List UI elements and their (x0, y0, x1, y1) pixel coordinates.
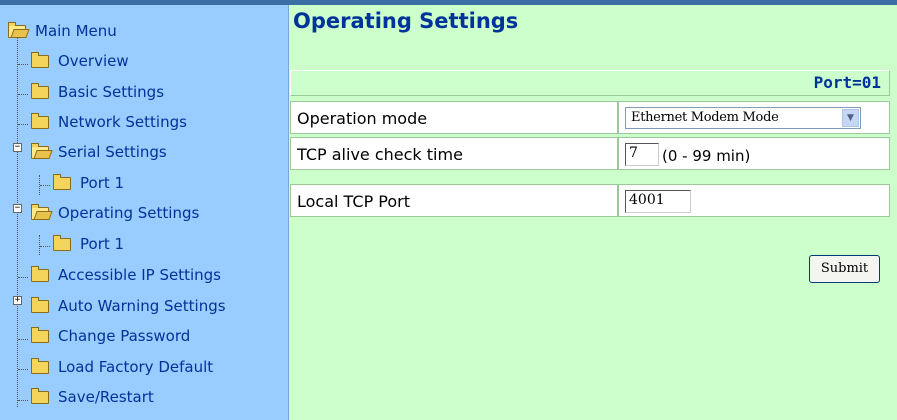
tree-line (39, 235, 40, 255)
page-title: Operating Settings (293, 9, 519, 33)
tree-line (40, 185, 50, 186)
sidebar-item-label: Network Settings (58, 113, 187, 131)
folder-icon (31, 52, 49, 68)
local-tcp-port-input[interactable]: 4001 (625, 190, 691, 213)
chevron-down-icon[interactable]: ▼ (842, 109, 859, 127)
port-label: Port=01 (813, 73, 881, 92)
sidebar-item-label: Serial Settings (58, 143, 167, 161)
folder-icon (31, 388, 49, 404)
sidebar-item-label: Overview (58, 52, 129, 70)
tcp-alive-row: TCP alive check time 7 (0 - 99 min) (290, 137, 890, 170)
operation-mode-selected-value: Ethernet Modem Mode (631, 110, 779, 125)
sidebar-item-label: Port 1 (80, 174, 125, 192)
sidebar-item-label: Port 1 (80, 235, 125, 253)
sidebar-item-label: Basic Settings (58, 83, 165, 101)
folder-icon (31, 327, 49, 343)
tcp-alive-input[interactable]: 7 (625, 143, 659, 166)
local-tcp-port-label: Local TCP Port (297, 192, 411, 211)
tree-line (18, 339, 28, 340)
tree-line (18, 277, 28, 278)
label-cell: Operation mode (290, 101, 618, 134)
sidebar-item-label: Main Menu (35, 22, 117, 40)
operation-mode-row: Operation mode Ethernet Modem Mode ▼ (290, 101, 890, 134)
submit-button[interactable]: Submit (809, 255, 880, 283)
folder-icon (31, 113, 49, 129)
operation-mode-label: Operation mode (297, 109, 428, 128)
collapse-toggle-icon[interactable]: − (13, 143, 22, 152)
tree-line (18, 400, 28, 401)
sidebar-menu: Main Menu Overview Basic Settings Networ… (0, 5, 289, 420)
local-tcp-port-row: Local TCP Port 4001 (290, 184, 890, 217)
open-folder-icon (31, 204, 49, 220)
value-cell: Ethernet Modem Mode ▼ (618, 101, 890, 134)
sidebar-item-label: Load Factory Default (58, 358, 214, 376)
value-cell: 7 (0 - 99 min) (618, 137, 890, 170)
sidebar-item-label: Change Password (58, 327, 191, 345)
open-folder-icon (8, 22, 26, 38)
open-folder-icon (31, 143, 49, 159)
tcp-alive-range-hint: (0 - 99 min) (662, 147, 751, 165)
label-cell: TCP alive check time (290, 137, 618, 170)
value-cell: 4001 (618, 184, 890, 217)
folder-icon (31, 266, 49, 282)
expand-toggle-icon[interactable]: + (13, 296, 22, 305)
tree-line (18, 94, 28, 95)
tree-line (40, 246, 50, 247)
tree-line (17, 31, 18, 407)
sidebar-item-label: Operating Settings (58, 204, 200, 222)
sidebar-item-label: Auto Warning Settings (58, 297, 226, 315)
label-cell: Local TCP Port (290, 184, 618, 217)
sidebar-item-label: Accessible IP Settings (58, 266, 221, 284)
folder-icon (31, 83, 49, 99)
tree-line (18, 124, 28, 125)
port-header: Port=01 (290, 70, 890, 96)
folder-icon (31, 358, 49, 374)
tree-line (18, 369, 28, 370)
operation-mode-select[interactable]: Ethernet Modem Mode ▼ (625, 107, 861, 129)
folder-icon (31, 297, 49, 313)
sidebar-item-label: Save/Restart (58, 388, 154, 406)
folder-icon (53, 235, 71, 251)
tree-line (18, 64, 28, 65)
tcp-alive-label: TCP alive check time (297, 145, 463, 164)
folder-icon (53, 174, 71, 190)
collapse-toggle-icon[interactable]: − (13, 204, 22, 213)
